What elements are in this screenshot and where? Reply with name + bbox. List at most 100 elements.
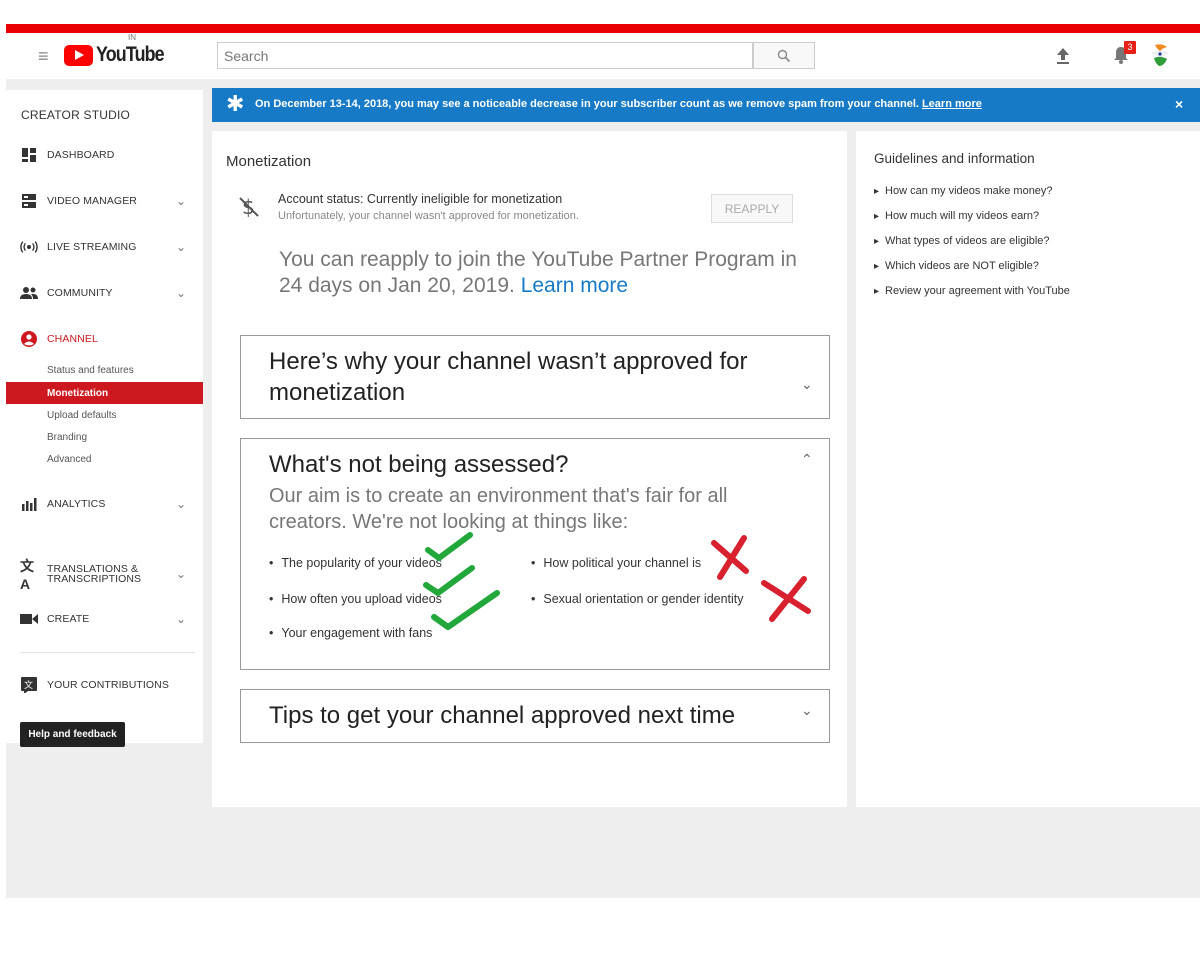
guideline-link[interactable]: Review your agreement with YouTube bbox=[874, 285, 1070, 297]
chevron-down-icon[interactable]: ⌄ bbox=[176, 567, 186, 581]
reapply-button[interactable]: REAPPLY bbox=[711, 194, 793, 223]
account-status-subtitle: Unfortunately, your channel wasn't appro… bbox=[278, 210, 579, 222]
star-icon: ✱ bbox=[226, 91, 245, 116]
accordion-not-assessed[interactable]: What's not being assessed? ⌃ Our aim is … bbox=[240, 438, 830, 670]
avatar[interactable] bbox=[1146, 41, 1174, 69]
create-icon bbox=[20, 610, 38, 628]
app-frame: ≡ YouTube IN 3 bbox=[6, 24, 1200, 898]
sidebar-item-label-line2: TRANSCRIPTIONS bbox=[47, 573, 142, 585]
help-feedback-button[interactable]: Help and feedback bbox=[20, 722, 125, 747]
menu-icon[interactable]: ≡ bbox=[38, 47, 49, 65]
logo-country-code: IN bbox=[128, 33, 136, 42]
accordion-title-line2: monetization bbox=[269, 379, 406, 406]
analytics-icon bbox=[20, 495, 38, 513]
sidebar-item-label: VIDEO MANAGER bbox=[47, 195, 137, 207]
sidebar-subitem-label: Status and features bbox=[47, 364, 134, 376]
chevron-down-icon[interactable]: ⌄ bbox=[176, 612, 186, 626]
sidebar-item-create[interactable]: CREATE ⌄ bbox=[6, 606, 203, 632]
account-status-title: Account status: Currently ineligible for… bbox=[278, 192, 563, 206]
list-item: Your engagement with fans bbox=[269, 626, 432, 640]
sidebar-item-label: COMMUNITY bbox=[47, 287, 113, 299]
channel-icon bbox=[20, 330, 38, 348]
sidebar-item-label: YOUR CONTRIBUTIONS bbox=[47, 679, 169, 691]
sidebar-item-your-contributions[interactable]: 文 YOUR CONTRIBUTIONS bbox=[6, 672, 203, 698]
guideline-link[interactable]: What types of videos are eligible? bbox=[874, 235, 1049, 247]
creator-studio-title: CREATOR STUDIO bbox=[21, 108, 131, 122]
sidebar-subitem-status-features[interactable]: Status and features bbox=[6, 359, 203, 381]
community-icon bbox=[20, 284, 38, 302]
youtube-logo[interactable]: YouTube bbox=[64, 43, 176, 67]
notice-banner: ✱ On December 13-14, 2018, you may see a… bbox=[212, 88, 1200, 122]
dashboard-icon bbox=[20, 146, 38, 164]
close-icon[interactable]: × bbox=[1175, 96, 1183, 112]
top-red-bar bbox=[6, 24, 1200, 33]
notification-badge: 3 bbox=[1124, 41, 1136, 54]
sidebar-subitem-label: Monetization bbox=[47, 387, 109, 399]
translate-icon: 文A bbox=[20, 558, 34, 592]
chevron-down-icon[interactable]: ⌄ bbox=[176, 497, 186, 511]
sidebar-subitem-label: Advanced bbox=[47, 453, 92, 465]
video-manager-icon bbox=[20, 192, 38, 210]
banner-message: On December 13-14, 2018, you may see a n… bbox=[255, 98, 919, 110]
sidebar-item-analytics[interactable]: ANALYTICS ⌄ bbox=[6, 491, 203, 517]
accordion-title: Tips to get your channel approved next t… bbox=[269, 702, 736, 729]
upload-icon[interactable] bbox=[1056, 47, 1070, 65]
accordion-why-not-approved[interactable]: Here’s why your channel wasn’t approved … bbox=[240, 335, 830, 419]
masthead: ≡ YouTube IN 3 bbox=[6, 33, 1200, 79]
reapply-learn-more-link[interactable]: Learn more bbox=[521, 274, 628, 297]
accordion-title: What's not being assessed? bbox=[269, 451, 569, 478]
list-item: How political your channel is bbox=[531, 556, 701, 570]
sidebar-item-live-streaming[interactable]: LIVE STREAMING ⌄ bbox=[6, 234, 203, 260]
guideline-link[interactable]: How much will my videos earn? bbox=[874, 210, 1039, 222]
sidebar-item-translations[interactable]: 文A TRANSLATIONS & TRANSCRIPTIONS ⌄ bbox=[6, 558, 203, 592]
banner-learn-more-link[interactable]: Learn more bbox=[922, 98, 982, 110]
sidebar-item-label: CHANNEL bbox=[47, 333, 98, 345]
list-item: How often you upload videos bbox=[269, 592, 442, 606]
guidelines-title: Guidelines and information bbox=[874, 151, 1035, 166]
sidebar: CREATOR STUDIO DASHBOARD VIDEO MANAGER ⌄… bbox=[6, 90, 203, 747]
search-input[interactable] bbox=[218, 43, 752, 68]
svg-text:文: 文 bbox=[24, 679, 33, 691]
sidebar-subitem-label: Branding bbox=[47, 431, 88, 443]
sidebar-item-label: LIVE STREAMING bbox=[47, 241, 137, 253]
logo-text: YouTube bbox=[96, 43, 165, 66]
sidebar-item-label: CREATE bbox=[47, 613, 90, 625]
chevron-down-icon[interactable]: ⌄ bbox=[176, 194, 186, 208]
guideline-link[interactable]: How can my videos make money? bbox=[874, 185, 1053, 197]
youtube-play-icon bbox=[64, 44, 93, 66]
guidelines-card: Guidelines and information How can my vi… bbox=[856, 131, 1200, 807]
accordion-description: Our aim is to create an environment that… bbox=[269, 485, 728, 533]
accordion-title: Here’s why your channel wasn’t approved … bbox=[269, 348, 748, 375]
contributions-icon: 文 bbox=[20, 676, 38, 694]
sidebar-subitem-monetization[interactable]: Monetization bbox=[6, 382, 203, 404]
guideline-link[interactable]: Which videos are NOT eligible? bbox=[874, 260, 1039, 272]
page-title: Monetization bbox=[226, 153, 312, 170]
chevron-down-icon[interactable]: ⌄ bbox=[801, 702, 813, 719]
chevron-up-icon[interactable]: ⌃ bbox=[801, 451, 813, 468]
no-money-icon: $ bbox=[239, 195, 259, 219]
sidebar-item-community[interactable]: COMMUNITY ⌄ bbox=[6, 280, 203, 306]
sidebar-item-label: DASHBOARD bbox=[47, 149, 115, 161]
list-item: Sexual orientation or gender identity bbox=[531, 592, 743, 606]
chevron-down-icon[interactable]: ⌄ bbox=[176, 286, 186, 300]
sidebar-item-channel[interactable]: CHANNEL bbox=[6, 326, 203, 352]
accordion-tips[interactable]: Tips to get your channel approved next t… bbox=[240, 689, 830, 743]
monetization-card: Monetization $ Account status: Currently… bbox=[212, 131, 847, 807]
banner-text: On December 13-14, 2018, you may see a n… bbox=[255, 98, 982, 110]
reapply-message: You can reapply to join the YouTube Part… bbox=[279, 247, 824, 299]
sidebar-divider bbox=[20, 652, 195, 653]
sidebar-item-dashboard[interactable]: DASHBOARD bbox=[6, 142, 203, 168]
sidebar-subitem-upload-defaults[interactable]: Upload defaults bbox=[6, 404, 203, 426]
sidebar-item-label: ANALYTICS bbox=[47, 498, 106, 510]
chevron-down-icon[interactable]: ⌄ bbox=[176, 240, 186, 254]
sidebar-subitem-advanced[interactable]: Advanced bbox=[6, 448, 203, 470]
chevron-down-icon[interactable]: ⌄ bbox=[801, 376, 813, 393]
live-streaming-icon bbox=[20, 238, 38, 256]
list-item: The popularity of your videos bbox=[269, 556, 442, 570]
search-icon bbox=[777, 49, 791, 62]
avatar-image bbox=[1147, 42, 1173, 68]
search-button[interactable] bbox=[753, 42, 815, 69]
sidebar-item-video-manager[interactable]: VIDEO MANAGER ⌄ bbox=[6, 188, 203, 214]
sidebar-subitem-branding[interactable]: Branding bbox=[6, 426, 203, 448]
sidebar-subitem-label: Upload defaults bbox=[47, 409, 117, 421]
